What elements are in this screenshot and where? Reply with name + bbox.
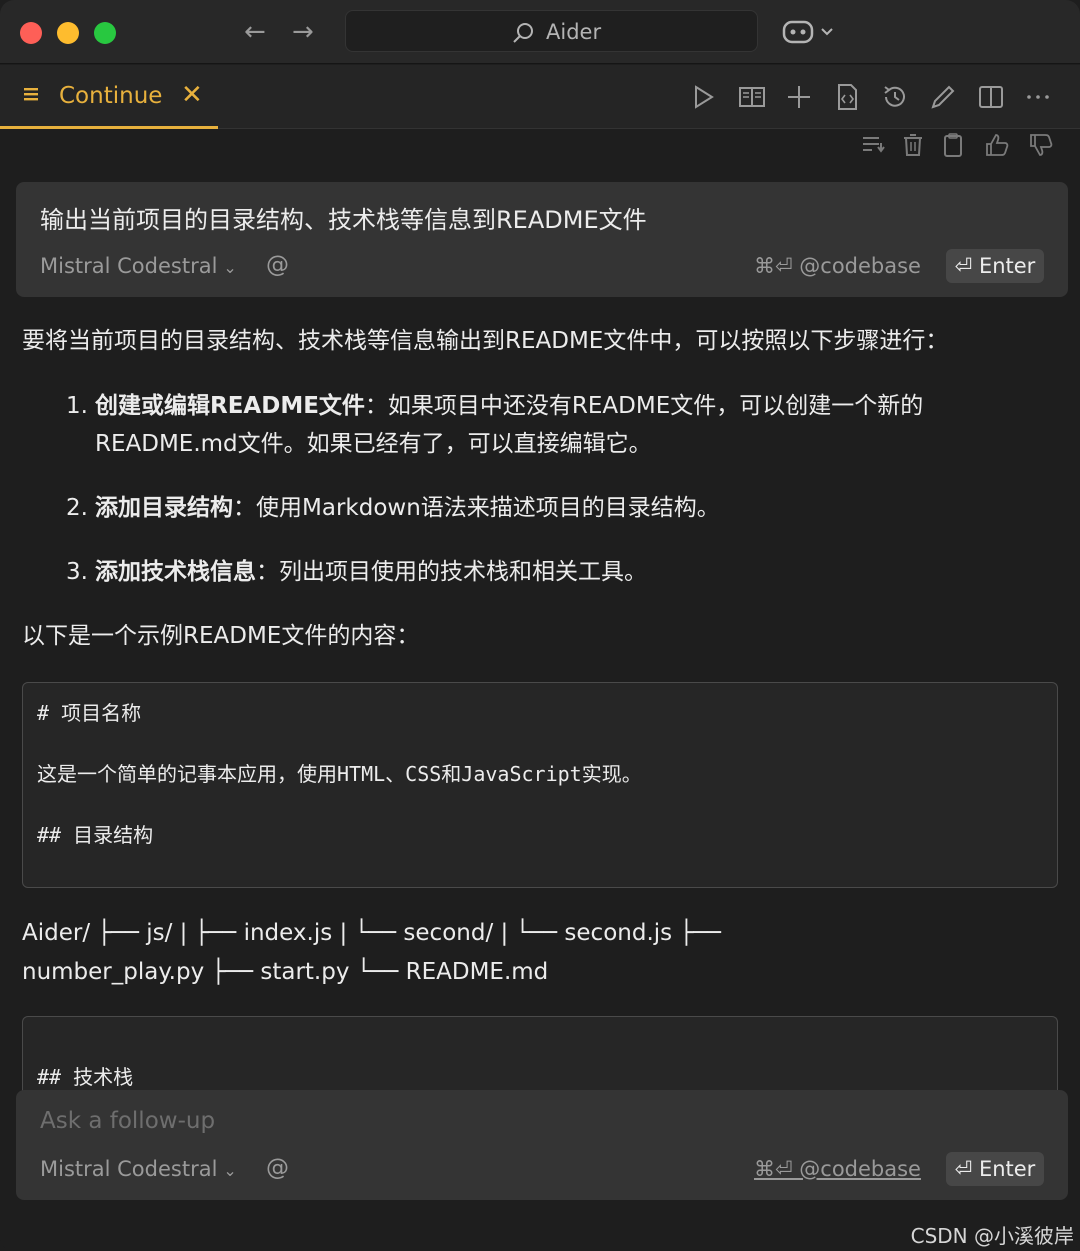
directory-tree-text: Aider/ ├── js/ | ├── index.js | └── seco… xyxy=(22,914,1062,992)
insert-icon[interactable] xyxy=(860,132,886,158)
title-bar: ← → Aider xyxy=(0,0,1080,64)
tab-bar: Continue ✕ xyxy=(0,65,1080,129)
tree-line: number_play.py ├── start.py └── README.m… xyxy=(22,959,549,985)
model-name: Mistral Codestral xyxy=(40,1157,218,1181)
step-text-continued: README.md文件。如果已经有了，可以直接编辑它。 xyxy=(95,431,652,457)
tree-line: Aider/ ├── js/ | ├── index.js | └── seco… xyxy=(22,920,721,946)
app-window: ← → Aider Continue ✕ 输出当前项目的目录结构、技术栈等信息到… xyxy=(0,0,1080,1251)
step-title: 创建或编辑README文件 xyxy=(95,393,365,419)
response-intro: 要将当前项目的目录结构、技术栈等信息输出到README文件中，可以按照以下步骤进… xyxy=(22,328,949,354)
code-block[interactable]: # 项目名称 这是一个简单的记事本应用，使用HTML、CSS和JavaScrip… xyxy=(22,682,1058,888)
tab-label: Continue xyxy=(59,83,163,109)
step-title: 添加技术栈信息 xyxy=(95,559,256,585)
code-line: 这是一个简单的记事本应用，使用HTML、CSS和JavaScript实现。 xyxy=(37,762,642,786)
at-mention-icon[interactable]: @ xyxy=(266,252,289,278)
history-icon[interactable] xyxy=(881,83,909,111)
back-arrow-icon[interactable]: ← xyxy=(244,18,266,46)
enter-button[interactable]: ⏎ Enter xyxy=(946,249,1044,283)
minimize-window-button[interactable] xyxy=(57,22,79,44)
step-2: 2. 添加目录结构：使用Markdown语法来描述项目的目录结构。 xyxy=(66,489,1026,527)
at-mention-icon[interactable]: @ xyxy=(266,1155,289,1181)
codebase-shortcut[interactable]: ⌘⏎ @codebase xyxy=(754,254,921,278)
thumbs-down-icon[interactable] xyxy=(1028,132,1054,158)
menu-icon xyxy=(24,88,38,101)
model-name: Mistral Codestral xyxy=(40,254,218,278)
model-selector[interactable]: Mistral Codestral ⌄ xyxy=(40,1157,237,1181)
pencil-icon[interactable] xyxy=(929,83,957,111)
clipboard-icon[interactable] xyxy=(940,132,966,158)
tab-continue[interactable]: Continue ✕ xyxy=(0,65,218,129)
maximize-window-button[interactable] xyxy=(94,22,116,44)
command-search-box[interactable]: Aider xyxy=(345,10,758,52)
code-line: # 项目名称 xyxy=(37,701,142,725)
prompt-card[interactable]: 输出当前项目的目录结构、技术栈等信息到README文件 Mistral Code… xyxy=(16,182,1068,297)
step-text: ：如果项目中还没有README文件，可以创建一个新的 xyxy=(364,393,924,419)
step-title: 添加目录结构 xyxy=(95,495,233,521)
model-selector[interactable]: Mistral Codestral ⌄ xyxy=(40,254,237,278)
close-window-button[interactable] xyxy=(20,22,42,44)
book-icon[interactable] xyxy=(738,83,766,111)
more-options-icon[interactable] xyxy=(1024,83,1052,111)
search-icon xyxy=(513,23,533,43)
followup-input[interactable]: Ask a follow-up xyxy=(40,1108,215,1134)
search-text: Aider xyxy=(546,20,602,44)
enter-button[interactable]: ⏎ Enter xyxy=(946,1152,1044,1186)
split-view-icon[interactable] xyxy=(977,83,1005,111)
code-line: ## 目录结构 xyxy=(37,823,154,847)
prompt-text: 输出当前项目的目录结构、技术栈等信息到README文件 xyxy=(40,206,647,234)
watermark: CSDN @小溪彼岸 xyxy=(910,1224,1074,1248)
trash-icon[interactable] xyxy=(900,132,926,158)
plus-icon[interactable] xyxy=(785,83,813,111)
close-tab-icon[interactable]: ✕ xyxy=(181,81,203,109)
chevron-down-icon: ⌄ xyxy=(223,1161,237,1180)
step-number: 3. xyxy=(66,559,88,585)
codebase-shortcut[interactable]: ⌘⏎ @codebase xyxy=(754,1157,921,1181)
step-1: 1. 创建或编辑README文件：如果项目中还没有README文件，可以创建一个新… xyxy=(66,387,1026,463)
step-text: ：使用Markdown语法来描述项目的目录结构。 xyxy=(233,495,720,521)
code-file-icon[interactable] xyxy=(833,83,861,111)
thumbs-up-icon[interactable] xyxy=(984,132,1010,158)
step-number: 2. xyxy=(66,495,88,521)
chevron-down-icon: ⌄ xyxy=(223,258,237,277)
step-number: 1. xyxy=(66,393,88,419)
copilot-icon[interactable] xyxy=(782,17,838,47)
run-icon[interactable] xyxy=(690,83,718,111)
step-text: ：列出项目使用的技术栈和相关工具。 xyxy=(256,559,647,585)
code-line: ## 技术栈 xyxy=(37,1065,134,1089)
example-intro: 以下是一个示例README文件的内容： xyxy=(22,623,420,649)
forward-arrow-icon[interactable]: → xyxy=(292,18,314,46)
step-3: 3. 添加技术栈信息：列出项目使用的技术栈和相关工具。 xyxy=(66,553,1026,591)
followup-input-card[interactable]: Ask a follow-up Mistral Codestral ⌄ @ ⌘⏎ … xyxy=(16,1090,1068,1200)
